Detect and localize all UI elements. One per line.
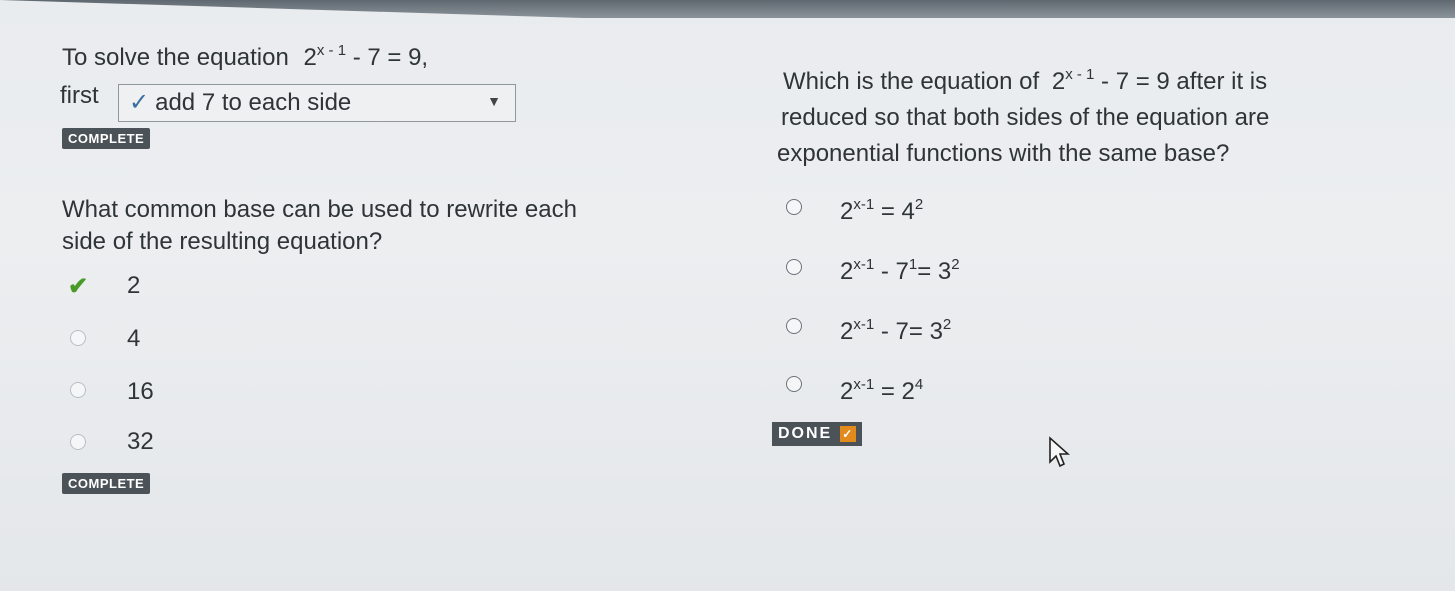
mouse-pointer-icon xyxy=(1049,436,1070,468)
q3-option-equation[interactable]: 2x-1 - 71= 32 xyxy=(840,257,960,286)
q3-option-radio[interactable] xyxy=(786,318,802,334)
q2-option-radio[interactable] xyxy=(70,382,86,398)
q2-prompt-line2: side of the resulting equation? xyxy=(62,228,383,255)
q2-option-label[interactable]: 2 xyxy=(127,272,140,300)
q3-option-radio[interactable] xyxy=(786,376,802,392)
q1-status-badge: COMPLETE xyxy=(62,128,151,149)
q1-first-label: first xyxy=(60,82,99,109)
q2-option-radio[interactable] xyxy=(70,434,86,450)
q3-prompt-line1: Which is the equation of 2x - 1 - 7 = 9 … xyxy=(783,66,1268,95)
q3-option-equation[interactable]: 2x-1 = 24 xyxy=(840,377,923,406)
q1-prompt: To solve the equation 2x - 1 - 7 = 9, xyxy=(62,42,429,71)
q3-option-equation[interactable]: 2x-1 = 42 xyxy=(840,197,923,226)
dropdown-value: ✓ add 7 to each side xyxy=(129,89,352,116)
q3-option-radio[interactable] xyxy=(786,259,802,275)
chevron-down-icon: ▼ xyxy=(487,93,501,109)
q2-option-label[interactable]: 32 xyxy=(127,428,154,456)
q2-option-radio[interactable] xyxy=(70,330,86,346)
selected-check-icon: ✔ xyxy=(68,273,89,300)
q3-option-radio[interactable] xyxy=(786,199,802,215)
q2-option-label[interactable]: 16 xyxy=(127,378,154,406)
check-icon: ✓ xyxy=(840,426,857,442)
done-button[interactable]: DONE ✓ xyxy=(772,422,863,446)
q1-answer-dropdown[interactable]: ✓ add 7 to each side ▼ xyxy=(118,84,516,122)
top-bar xyxy=(0,0,1455,18)
q2-status-badge: COMPLETE xyxy=(62,473,151,494)
q2-option-label[interactable]: 4 xyxy=(127,325,140,353)
q3-option-equation[interactable]: 2x-1 - 7= 32 xyxy=(840,317,951,346)
done-label: DONE xyxy=(778,425,833,442)
check-icon: ✓ xyxy=(129,89,150,116)
q2-prompt-line1: What common base can be used to rewrite … xyxy=(62,196,577,223)
q3-prompt-line2: reduced so that both sides of the equati… xyxy=(781,104,1270,131)
q3-prompt-line3: exponential functions with the same base… xyxy=(777,140,1230,167)
